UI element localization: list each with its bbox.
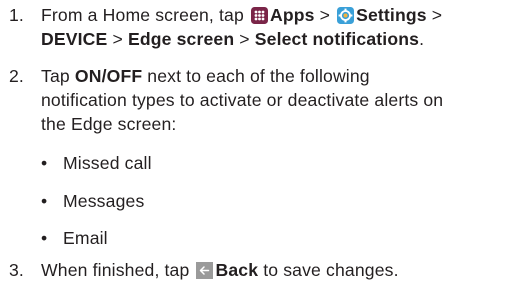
apps-grid-icon	[250, 7, 268, 24]
step-1-line-1: From a Home screen, tap Apps > Settings …	[41, 3, 511, 27]
apps-label: Apps	[269, 5, 315, 25]
back-arrow-icon	[196, 262, 214, 279]
step-2-intro: Tap	[41, 66, 70, 86]
step-1-text: From a Home screen, tap Apps > Settings …	[41, 3, 511, 51]
separator: >	[239, 29, 250, 49]
step-1-intro: From a Home screen, tap	[41, 5, 244, 25]
onoff-label: ON/OFF	[74, 66, 143, 86]
device-label: DEVICE	[41, 29, 108, 49]
separator: >	[431, 5, 443, 25]
step-3-number: 3.	[9, 260, 24, 280]
bullet-marker: •	[41, 228, 48, 248]
bullet-text-email: Email	[63, 228, 108, 248]
step-1-line-2: DEVICE > Edge screen > Select notificati…	[41, 27, 511, 51]
settings-label: Settings	[356, 5, 427, 25]
list-item: • Missed call	[41, 151, 152, 175]
step-2-text: Tap ON/OFF next to each of the following…	[41, 64, 511, 136]
step-2-line-1: Tap ON/OFF next to each of the following	[41, 64, 511, 88]
select-notifications-label: Select notifications	[254, 29, 420, 49]
bullet-text-messages: Messages	[63, 191, 145, 211]
edge-screen-label: Edge screen	[127, 29, 235, 49]
step-3-intro: When finished, tap	[41, 260, 190, 280]
step-2-line-1-post: next to each of the following	[147, 66, 370, 86]
separator: >	[112, 29, 123, 49]
bullet-text-missed-call: Missed call	[63, 153, 152, 173]
bullet-marker: •	[41, 191, 48, 211]
settings-gear-icon	[337, 7, 355, 24]
step-2-line-3: the Edge screen:	[41, 114, 177, 134]
step-2-line-2: notification types to activate or deacti…	[41, 90, 444, 110]
step-3-post: to save changes.	[263, 260, 399, 280]
separator: >	[319, 5, 331, 25]
back-label: Back	[215, 260, 259, 280]
list-item: • Messages	[41, 189, 144, 213]
step-3-line-1: When finished, tap Back to save changes.	[41, 258, 511, 282]
list-item: • Email	[41, 226, 108, 250]
bullet-marker: •	[41, 153, 48, 173]
step-2-number: 2.	[9, 66, 24, 86]
step-1-number: 1.	[9, 5, 24, 25]
step-3-text: When finished, tap Back to save changes.	[41, 258, 511, 282]
period: .	[419, 29, 425, 49]
